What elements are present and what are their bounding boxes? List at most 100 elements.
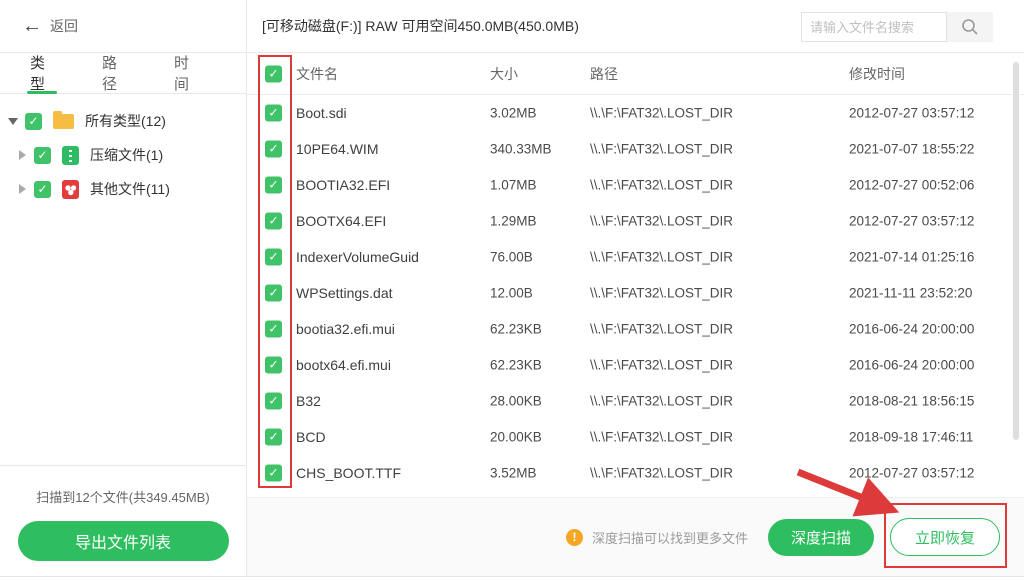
file-path: \\.\F:\FAT32\.LOST_DIR <box>590 106 733 121</box>
file-path: \\.\F:\FAT32\.LOST_DIR <box>590 430 733 445</box>
file-mtime: 2021-11-11 23:52:20 <box>849 286 972 301</box>
column-header-path[interactable]: 路径 <box>590 64 618 84</box>
tab-type[interactable]: 类型 <box>30 53 54 93</box>
row-checkbox-checked[interactable] <box>265 213 282 230</box>
file-size: 3.02MB <box>490 106 537 121</box>
file-mtime: 2016-06-24 20:00:00 <box>849 322 974 337</box>
checkbox-checked[interactable] <box>34 181 51 198</box>
file-name: Boot.sdi <box>296 105 347 121</box>
vertical-scrollbar[interactable] <box>1013 62 1019 440</box>
search-button[interactable] <box>947 12 993 42</box>
column-header-name[interactable]: 文件名 <box>296 64 338 84</box>
file-name: WPSettings.dat <box>296 285 393 301</box>
file-mtime: 2021-07-07 18:55:22 <box>849 142 974 157</box>
tree-item-other-files[interactable]: 其他文件(11) <box>0 172 246 206</box>
file-name: BCD <box>296 429 326 445</box>
row-checkbox-checked[interactable] <box>265 249 282 266</box>
table-row[interactable]: BOOTX64.EFI 1.29MB \\.\F:\FAT32\.LOST_DI… <box>247 203 1024 239</box>
deep-scan-button[interactable]: 深度扫描 <box>768 519 874 556</box>
table-row[interactable]: BOOTIA32.EFI 1.07MB \\.\F:\FAT32\.LOST_D… <box>247 167 1024 203</box>
back-button[interactable]: ← 返回 <box>0 0 246 53</box>
file-mtime: 2012-07-27 03:57:12 <box>849 106 974 121</box>
file-table: Boot.sdi 3.02MB \\.\F:\FAT32\.LOST_DIR 2… <box>247 95 1024 491</box>
file-mtime: 2021-07-14 01:25:16 <box>849 250 974 265</box>
other-file-icon <box>62 180 79 199</box>
tab-time[interactable]: 时间 <box>174 53 198 93</box>
file-path: \\.\F:\FAT32\.LOST_DIR <box>590 322 733 337</box>
bottom-action-bar: 深度扫描可以找到更多文件 深度扫描 立即恢复 <box>247 497 1024 576</box>
column-header-mtime[interactable]: 修改时间 <box>849 64 905 84</box>
column-header-size[interactable]: 大小 <box>490 64 518 84</box>
expand-icon[interactable] <box>19 150 26 160</box>
tree-item-compressed-files[interactable]: 压缩文件(1) <box>0 138 246 172</box>
file-size: 1.29MB <box>490 214 537 229</box>
table-row[interactable]: Boot.sdi 3.02MB \\.\F:\FAT32\.LOST_DIR 2… <box>247 95 1024 131</box>
drive-title: [可移动磁盘(F:)] RAW 可用空间450.0MB(450.0MB) <box>262 16 579 36</box>
checkbox-checked[interactable] <box>25 113 42 130</box>
file-size: 62.23KB <box>490 358 542 373</box>
file-path: \\.\F:\FAT32\.LOST_DIR <box>590 466 733 481</box>
table-row[interactable]: bootia32.efi.mui 62.23KB \\.\F:\FAT32\.L… <box>247 311 1024 347</box>
row-checkbox-checked[interactable] <box>265 465 282 482</box>
file-size: 28.00KB <box>490 394 542 409</box>
file-mtime: 2012-07-27 00:52:06 <box>849 178 974 193</box>
row-checkbox-checked[interactable] <box>265 105 282 122</box>
file-mtime: 2012-07-27 03:57:12 <box>849 214 974 229</box>
file-path: \\.\F:\FAT32\.LOST_DIR <box>590 142 733 157</box>
tree-item-all-types[interactable]: 所有类型(12) <box>0 104 246 138</box>
file-path: \\.\F:\FAT32\.LOST_DIR <box>590 250 733 265</box>
row-checkbox-checked[interactable] <box>265 141 282 158</box>
file-name: IndexerVolumeGuid <box>296 249 419 265</box>
row-checkbox-checked[interactable] <box>265 321 282 338</box>
row-checkbox-checked[interactable] <box>265 177 282 194</box>
file-size: 12.00B <box>490 286 533 301</box>
folder-icon <box>53 114 74 129</box>
row-checkbox-checked[interactable] <box>265 393 282 410</box>
expand-collapse-icon[interactable] <box>8 118 18 125</box>
file-name: B32 <box>296 393 321 409</box>
warning-icon <box>566 529 583 546</box>
file-path: \\.\F:\FAT32\.LOST_DIR <box>590 358 733 373</box>
file-name: bootx64.efi.mui <box>296 357 391 373</box>
sidebar: ← 返回 类型 路径 时间 所有类型(12) <box>0 0 247 576</box>
file-mtime: 2012-07-27 03:57:12 <box>849 466 974 481</box>
expand-icon[interactable] <box>19 184 26 194</box>
file-mtime: 2018-09-18 17:46:11 <box>849 430 973 445</box>
search-icon <box>961 18 979 36</box>
scan-summary: 扫描到12个文件(共349.45MB) <box>0 487 246 506</box>
file-mtime: 2016-06-24 20:00:00 <box>849 358 974 373</box>
search-input[interactable] <box>801 12 947 42</box>
table-row[interactable]: IndexerVolumeGuid 76.00B \\.\F:\FAT32\.L… <box>247 239 1024 275</box>
file-size: 3.52MB <box>490 466 537 481</box>
table-row[interactable]: CHS_BOOT.TTF 3.52MB \\.\F:\FAT32\.LOST_D… <box>247 455 1024 491</box>
table-row[interactable]: B32 28.00KB \\.\F:\FAT32\.LOST_DIR 2018-… <box>247 383 1024 419</box>
zip-file-icon <box>62 146 79 165</box>
row-checkbox-checked[interactable] <box>265 357 282 374</box>
table-row[interactable]: WPSettings.dat 12.00B \\.\F:\FAT32\.LOST… <box>247 275 1024 311</box>
sidebar-footer: 扫描到12个文件(共349.45MB) 导出文件列表 <box>0 465 246 576</box>
file-name: CHS_BOOT.TTF <box>296 465 401 481</box>
file-path: \\.\F:\FAT32\.LOST_DIR <box>590 178 733 193</box>
titlebar: [可移动磁盘(F:)] RAW 可用空间450.0MB(450.0MB) <box>247 0 1024 53</box>
table-row[interactable]: bootx64.efi.mui 62.23KB \\.\F:\FAT32\.LO… <box>247 347 1024 383</box>
row-checkbox-checked[interactable] <box>265 285 282 302</box>
file-size: 340.33MB <box>490 142 552 157</box>
file-size: 62.23KB <box>490 322 542 337</box>
file-name: BOOTIA32.EFI <box>296 177 390 193</box>
checkbox-checked[interactable] <box>34 147 51 164</box>
file-size: 1.07MB <box>490 178 537 193</box>
row-checkbox-checked[interactable] <box>265 429 282 446</box>
file-mtime: 2018-08-21 18:56:15 <box>849 394 974 409</box>
table-header: 文件名 大小 路径 修改时间 <box>247 53 1024 95</box>
table-row[interactable]: BCD 20.00KB \\.\F:\FAT32\.LOST_DIR 2018-… <box>247 419 1024 455</box>
tab-path[interactable]: 路径 <box>102 53 126 93</box>
file-size: 76.00B <box>490 250 533 265</box>
select-all-checkbox[interactable] <box>265 65 282 82</box>
file-name: BOOTX64.EFI <box>296 213 386 229</box>
main-panel: [可移动磁盘(F:)] RAW 可用空间450.0MB(450.0MB) 文件名… <box>247 0 1024 576</box>
recover-now-button[interactable]: 立即恢复 <box>890 518 1000 556</box>
export-file-list-button[interactable]: 导出文件列表 <box>18 521 229 561</box>
file-path: \\.\F:\FAT32\.LOST_DIR <box>590 214 733 229</box>
table-row[interactable]: 10PE64.WIM 340.33MB \\.\F:\FAT32\.LOST_D… <box>247 131 1024 167</box>
search-box <box>801 12 993 42</box>
